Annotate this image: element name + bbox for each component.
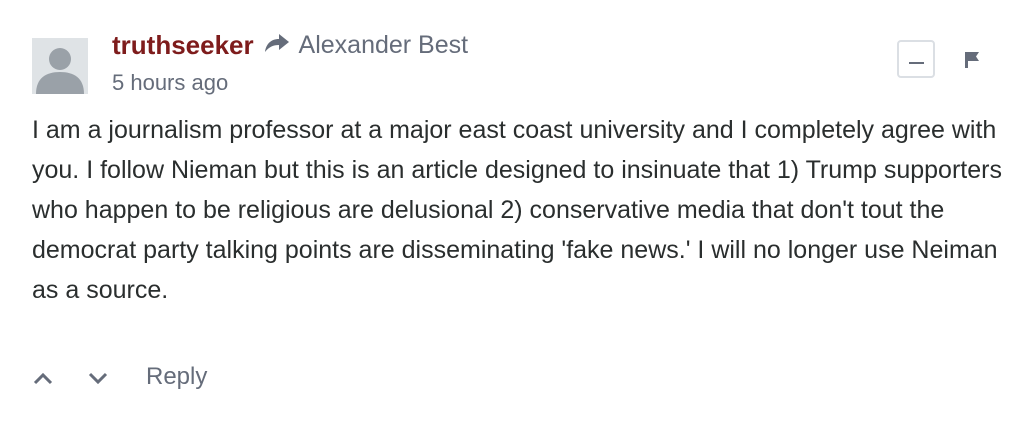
- chevron-down-icon: [88, 372, 108, 385]
- downvote-button[interactable]: [87, 368, 109, 388]
- reply-to-name[interactable]: Alexander Best: [299, 31, 469, 59]
- flag-button[interactable]: [962, 50, 982, 70]
- collapse-button[interactable]: [897, 40, 935, 78]
- comment: truthseeker Alexander Best 5 hours ago I…: [0, 0, 1024, 448]
- reply-button[interactable]: Reply: [146, 363, 207, 391]
- comment-header: truthseeker Alexander Best: [112, 30, 468, 61]
- timestamp[interactable]: 5 hours ago: [112, 70, 228, 96]
- default-avatar-icon: [32, 38, 88, 94]
- share-arrow-icon: [264, 33, 290, 58]
- flag-icon: [965, 52, 979, 68]
- upvote-button[interactable]: [32, 368, 54, 388]
- chevron-up-icon: [33, 372, 53, 385]
- comment-text: I am a journalism professor at a major e…: [32, 116, 1002, 304]
- minus-icon: [909, 62, 924, 64]
- author-name[interactable]: truthseeker: [112, 30, 254, 60]
- avatar[interactable]: [32, 38, 88, 94]
